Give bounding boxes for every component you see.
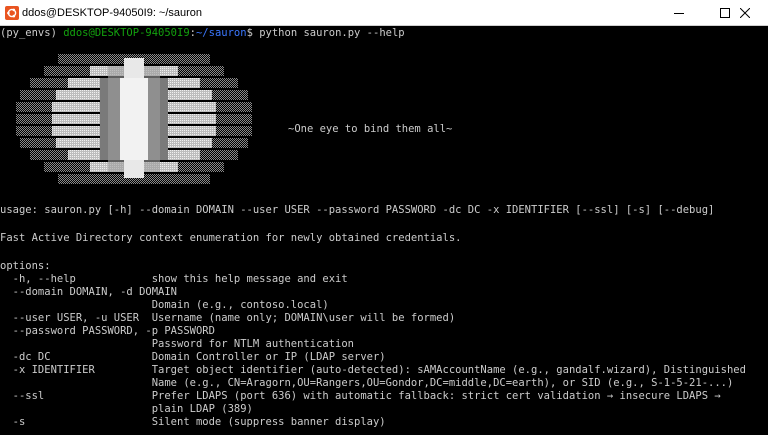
option-line: --password PASSWORD, -p PASSWORD [0,325,215,337]
option-line: -s Silent mode (suppress banner display) [0,416,386,428]
option-line: --domain DOMAIN, -d DOMAIN [0,286,178,298]
usage-line: usage: sauron.py [-h] --domain DOMAIN --… [0,204,715,216]
option-line: Password for NTLM authentication [0,338,355,350]
option-line: --ssl Prefer LDAPS (port 636) with autom… [0,390,721,402]
option-line: -dc DC Domain Controller or IP (LDAP ser… [0,351,386,363]
minimize-icon [674,13,684,14]
option-line: -h, --help show this help message and ex… [0,273,348,285]
options-header: options: [0,260,51,272]
terminal-output[interactable]: (py_envs) ddos@DESKTOP-94050I9:~/sauron$… [0,26,768,435]
title-bar[interactable]: ddos@DESKTOP-94050I9: ~/sauron [0,0,768,26]
prompt-user: ddos@DESKTOP-94050I9 [63,27,190,39]
option-line: -x IDENTIFIER Target object identifier (… [0,364,746,376]
option-line: Domain (e.g., contoso.local) [0,299,329,311]
window-title: ddos@DESKTOP-94050I9: ~/sauron [22,7,203,19]
sauron-eye-banner [16,54,252,184]
ubuntu-app-icon [5,6,19,20]
close-icon [740,8,750,18]
minimize-button[interactable] [656,0,702,26]
terminal-window: ddos@DESKTOP-94050I9: ~/sauron (py_envs)… [0,0,768,435]
prompt-command: python sauron.py --help [259,27,405,39]
close-button[interactable] [722,0,768,26]
description-line: Fast Active Directory context enumeratio… [0,232,462,244]
prompt-line: (py_envs) ddos@DESKTOP-94050I9:~/sauron$… [0,27,405,39]
option-line: Name (e.g., CN=Aragorn,OU=Rangers,OU=Gon… [0,377,734,389]
option-line: --user USER, -u USER Username (name only… [0,312,456,324]
banner-tagline: ~One eye to bind them all~ [288,123,453,135]
prompt-env: (py_envs) [0,27,64,39]
option-line: plain LDAP (389) [0,403,253,415]
prompt-dollar: $ [246,27,260,39]
prompt-path: ~/sauron [195,27,247,39]
